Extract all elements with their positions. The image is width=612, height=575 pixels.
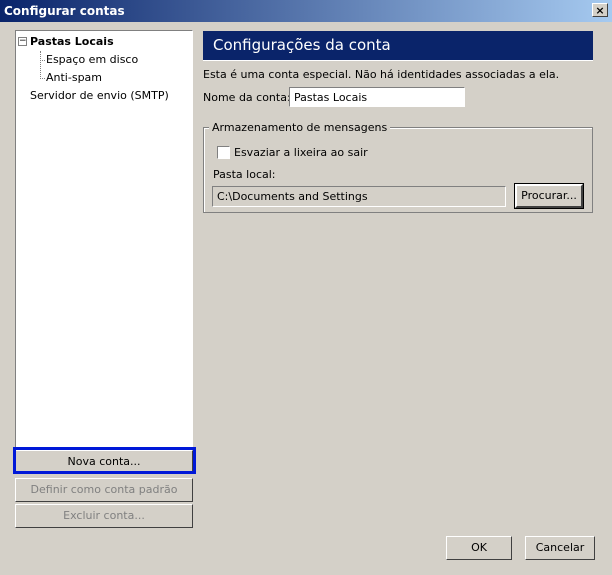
tree-item-espaco-em-disco[interactable]: Espaço em disco — [46, 53, 138, 66]
tree-item-anti-spam[interactable]: Anti-spam — [46, 71, 102, 84]
close-button[interactable]: × — [592, 3, 608, 17]
window-title: Configurar contas — [4, 4, 125, 18]
empty-trash-checkbox[interactable] — [217, 146, 230, 159]
tree-connector-line — [40, 60, 45, 61]
group-title: Armazenamento de mensagens — [209, 121, 391, 134]
collapse-icon[interactable]: − — [18, 37, 27, 46]
account-name-field[interactable] — [289, 87, 465, 107]
account-description: Esta é uma conta especial. Não há identi… — [203, 68, 560, 81]
account-tree[interactable]: − Pastas Locais Espaço em disco Anti-spa… — [15, 30, 193, 450]
tree-connector-line — [40, 78, 45, 79]
account-name-label: Nome da conta: — [203, 91, 291, 104]
local-folder-field[interactable]: C:\Documents and Settings — [212, 186, 506, 207]
tree-connector-line — [40, 51, 41, 79]
tree-item-smtp[interactable]: Servidor de envio (SMTP) — [30, 89, 169, 102]
highlight-box — [13, 447, 196, 474]
excluir-conta-button[interactable]: Excluir conta... — [15, 504, 193, 528]
panel-title: Configurações da conta — [203, 31, 593, 61]
cancelar-button[interactable]: Cancelar — [525, 536, 595, 560]
ok-button[interactable]: OK — [446, 536, 512, 560]
tree-item-pastas-locais[interactable]: Pastas Locais — [30, 35, 114, 48]
procurar-button[interactable]: Procurar... — [514, 183, 584, 209]
empty-trash-label[interactable]: Esvaziar a lixeira ao sair — [234, 146, 368, 159]
configurar-contas-window: Configurar contas × − Pastas Locais Espa… — [0, 0, 612, 575]
title-bar: Configurar contas × — [0, 0, 612, 22]
definir-padrao-button[interactable]: Definir como conta padrão — [15, 478, 193, 502]
local-folder-label: Pasta local: — [213, 168, 276, 181]
